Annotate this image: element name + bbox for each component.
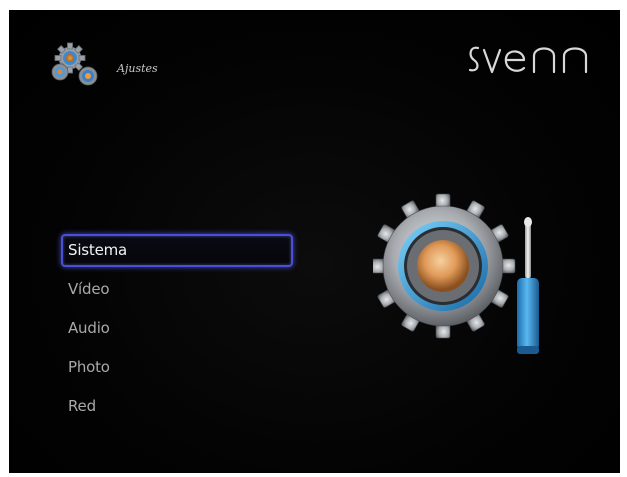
menu-item-label: Red	[68, 397, 96, 415]
menu-item-label: Photo	[68, 358, 110, 376]
settings-gears-icon	[51, 42, 98, 86]
screen: Ajustes Sistema Vídeo Audio Photo Red	[9, 10, 620, 473]
menu-item-video[interactable]: Vídeo	[61, 273, 293, 306]
brand-logo	[468, 46, 588, 74]
settings-menu: Sistema Vídeo Audio Photo Red	[61, 234, 293, 429]
menu-item-sistema[interactable]: Sistema	[61, 234, 293, 267]
menu-item-label: Sistema	[68, 241, 128, 259]
menu-item-label: Audio	[68, 319, 110, 337]
menu-item-red[interactable]: Red	[61, 390, 293, 423]
menu-item-label: Vídeo	[68, 280, 110, 298]
gear-and-screwdriver-icon	[373, 193, 539, 354]
menu-item-photo[interactable]: Photo	[61, 351, 293, 384]
page-title: Ajustes	[117, 62, 158, 75]
menu-item-audio[interactable]: Audio	[61, 312, 293, 345]
